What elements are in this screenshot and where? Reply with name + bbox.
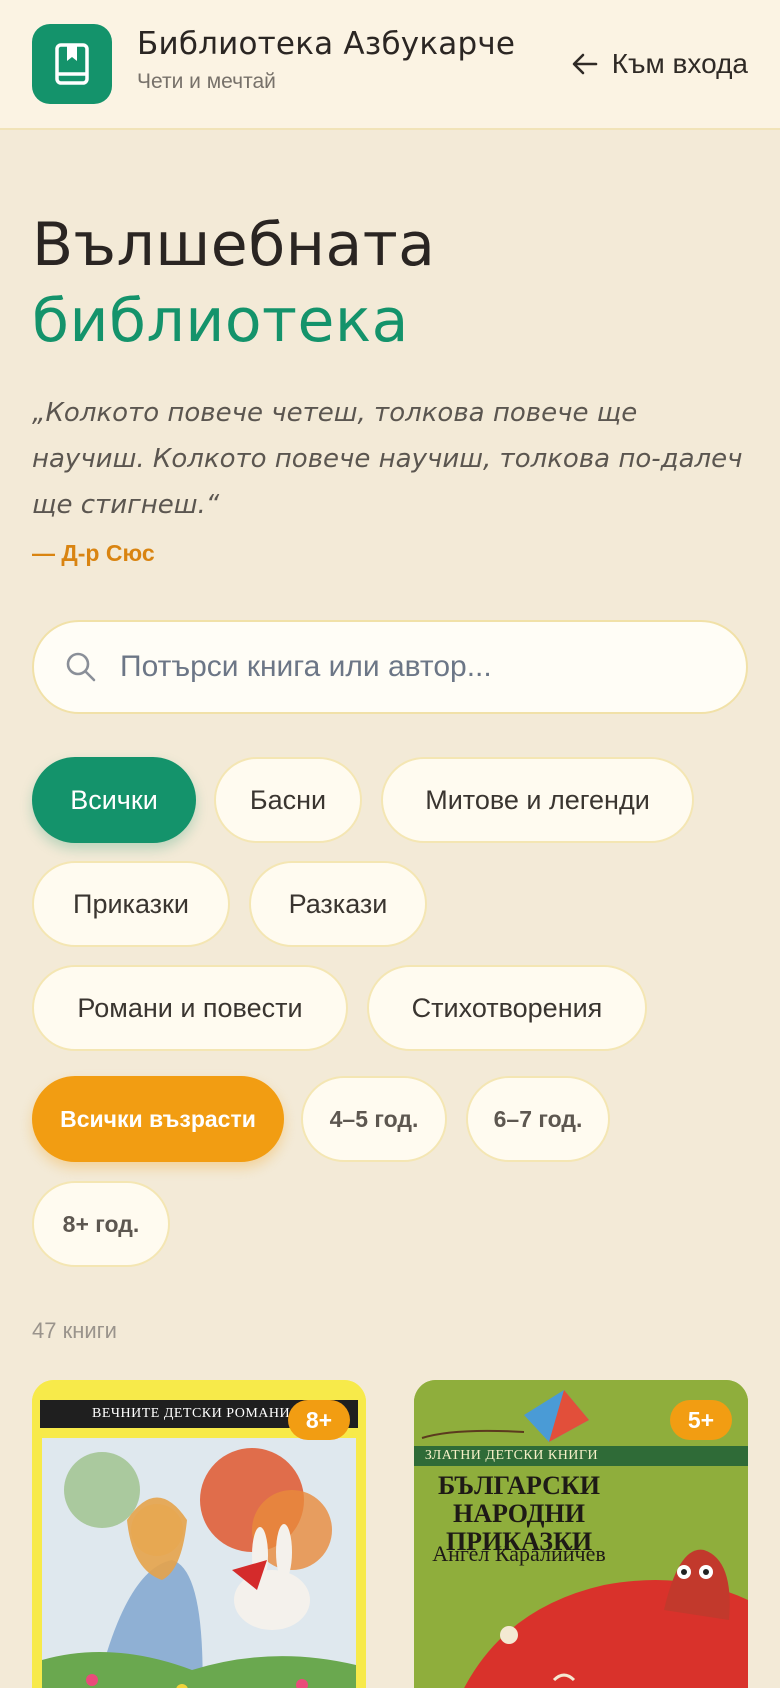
genre-chip-poems[interactable]: Стихотворения: [367, 965, 647, 1051]
book-icon: [55, 43, 89, 85]
age-chip-all[interactable]: Всички възрасти: [32, 1076, 284, 1162]
app-header: Библиотека Азбукарче Чети и мечтай Към в…: [0, 0, 780, 130]
search-input[interactable]: [120, 650, 700, 684]
age-chip-4-5[interactable]: 4–5 год.: [301, 1076, 447, 1162]
search-bar[interactable]: [32, 620, 748, 714]
hero-quote: „Колкото повече четеш, толкова повече ще…: [32, 398, 743, 520]
genre-chip-novels[interactable]: Романи и повести: [32, 965, 348, 1051]
age-badge: 5+: [670, 1400, 732, 1440]
age-badge: 8+: [288, 1400, 350, 1440]
search-icon: [66, 652, 96, 682]
app-logo: [32, 24, 112, 104]
genre-chip-all[interactable]: Всички: [32, 757, 196, 843]
book-count: 47 книги: [32, 1318, 117, 1343]
genre-chip-stories[interactable]: Разкази: [249, 861, 427, 947]
back-to-login-link[interactable]: Към входа: [572, 44, 748, 84]
quote-author: — Д-р Сюс: [32, 540, 155, 566]
app-subtitle: Чети и мечтай: [137, 70, 276, 93]
hero-title-accent: библиотека: [32, 286, 409, 356]
book-card[interactable]: ЗЛАТНИ ДЕТСКИ КНИГИ БЪЛГАРСКИ НАРОДНИ ПР…: [414, 1380, 748, 1688]
genre-chip-fables[interactable]: Басни: [214, 757, 362, 843]
genre-chip-fairy-tales[interactable]: Приказки: [32, 861, 230, 947]
genre-chip-myths[interactable]: Митове и легенди: [381, 757, 694, 843]
age-chip-6-7[interactable]: 6–7 год.: [466, 1076, 610, 1162]
book-card[interactable]: ВЕЧНИТЕ ДЕТСКИ РОМАНИ 8+: [32, 1380, 366, 1688]
arrow-left-icon: [572, 53, 598, 75]
hero-title: Вълшебната: [32, 210, 436, 280]
book-series-label: ЗЛАТНИ ДЕТСКИ КНИГИ: [424, 1448, 599, 1463]
book-cover-author: Ангел Каралийчев: [432, 1541, 606, 1566]
book-series-label: ВЕЧНИТЕ ДЕТСКИ РОМАНИ: [92, 1406, 291, 1421]
age-chip-8-plus[interactable]: 8+ год.: [32, 1181, 170, 1267]
app-title: Библиотека Азбукарче: [137, 26, 516, 62]
back-link-label: Към входа: [611, 48, 748, 79]
